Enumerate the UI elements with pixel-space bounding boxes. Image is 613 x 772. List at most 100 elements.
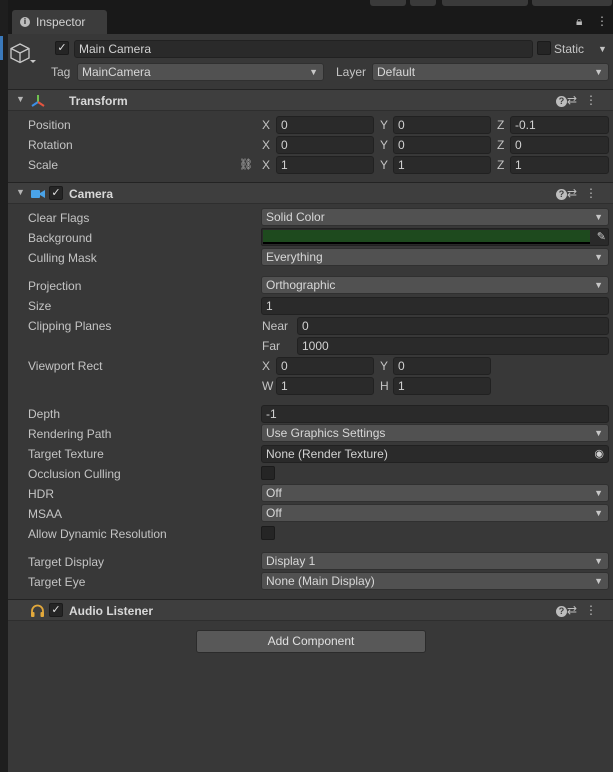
rotation-z-input[interactable]: 0 — [510, 136, 609, 154]
axis-x-label: X — [262, 138, 271, 152]
viewport-h-input[interactable]: 1 — [393, 377, 491, 395]
position-label: Position — [28, 118, 71, 132]
target-texture-field[interactable]: None (Render Texture) ◉ — [261, 445, 609, 463]
headphones-icon — [31, 604, 44, 617]
active-checkbox[interactable]: ✓ — [55, 41, 69, 55]
rendering-path-dropdown[interactable]: Use Graphics Settings ▼ — [261, 424, 609, 442]
foldout-arrow-icon[interactable]: ▼ — [16, 94, 25, 104]
scale-y-input[interactable]: 1 — [393, 156, 491, 174]
help-icon[interactable]: ? — [555, 96, 567, 107]
rendering-path-value: Use Graphics Settings — [266, 426, 386, 440]
kebab-menu-icon[interactable]: ⋮ — [585, 603, 605, 617]
msaa-dropdown[interactable]: Off ▼ — [261, 504, 609, 522]
audio-listener-header[interactable]: ✓ Audio Listener ? ⇄⋮ — [8, 599, 613, 621]
toolbar-strip — [8, 0, 613, 8]
sliders-icon[interactable]: ⇄ — [567, 186, 585, 200]
link-icon[interactable]: ⛓ — [239, 157, 253, 173]
size-input[interactable]: 1 — [261, 297, 609, 315]
target-texture-label: Target Texture — [28, 447, 104, 461]
info-icon: i — [20, 17, 30, 27]
tab-label: Inspector — [36, 15, 86, 29]
foldout-arrow-icon[interactable]: ▼ — [16, 187, 25, 197]
target-display-dropdown[interactable]: Display 1 ▼ — [261, 552, 609, 570]
viewport-y-input[interactable]: 0 — [393, 357, 491, 375]
camera-header[interactable]: ▼ ✓ Camera ? ⇄⋮ — [8, 182, 613, 204]
axis-y-label: Y — [380, 158, 389, 172]
rotation-x-input[interactable]: 0 — [276, 136, 374, 154]
axis-y-label: Y — [380, 138, 389, 152]
help-icon[interactable]: ? — [555, 189, 567, 200]
chevron-down-icon: ▼ — [594, 428, 603, 438]
scale-x-input[interactable]: 1 — [276, 156, 374, 174]
axis-y-label: Y — [380, 118, 389, 132]
eyedropper-icon[interactable]: ✎ — [597, 230, 606, 243]
camera-enabled-checkbox[interactable]: ✓ — [49, 186, 63, 200]
near-input[interactable]: 0 — [297, 317, 609, 335]
hdr-dropdown[interactable]: Off ▼ — [261, 484, 609, 502]
clear-flags-value: Solid Color — [266, 210, 325, 224]
axis-z-label: Z — [497, 138, 505, 152]
audio-listener-title: Audio Listener — [69, 604, 154, 618]
viewport-x-input[interactable]: 0 — [276, 357, 374, 375]
tag-dropdown[interactable]: MainCamera ▼ — [77, 63, 324, 81]
lock-icon[interactable]: 🔒︎ — [576, 14, 582, 29]
chevron-down-icon: ▼ — [594, 556, 603, 566]
axis-z-label: Z — [497, 158, 505, 172]
kebab-menu-icon[interactable]: ⋮ — [585, 93, 605, 107]
selection-marker — [0, 36, 3, 60]
kebab-menu-icon[interactable]: ⋮ — [585, 186, 605, 200]
position-z-input[interactable]: -0.1 — [510, 116, 609, 134]
kebab-menu-icon[interactable]: ⋮ — [596, 14, 608, 28]
tag-value: MainCamera — [82, 65, 151, 79]
axis-h-label: H — [380, 379, 389, 393]
depth-input[interactable]: -1 — [261, 405, 609, 423]
occlusion-culling-checkbox[interactable] — [261, 466, 275, 480]
culling-mask-dropdown[interactable]: Everything ▼ — [261, 248, 609, 266]
clipping-planes-label: Clipping Planes — [28, 319, 112, 333]
transform-header[interactable]: ▼ Transform ? ⇄⋮ — [8, 89, 613, 111]
size-label: Size — [28, 299, 52, 313]
scale-z-input[interactable]: 1 — [510, 156, 609, 174]
far-input[interactable]: 1000 — [297, 337, 609, 355]
scale-label: Scale — [28, 158, 59, 172]
chevron-down-icon: ▼ — [594, 576, 603, 586]
clear-flags-dropdown[interactable]: Solid Color ▼ — [261, 208, 609, 226]
chevron-down-icon: ▼ — [594, 280, 603, 290]
object-name-input[interactable]: Main Camera — [74, 40, 533, 58]
allow-dynamic-resolution-label: Allow Dynamic Resolution — [28, 527, 167, 541]
layer-label: Layer — [336, 65, 367, 79]
tab-inspector[interactable]: i Inspector — [12, 10, 107, 34]
target-display-value: Display 1 — [266, 554, 316, 568]
object-picker-icon[interactable]: ◉ — [594, 446, 604, 462]
allow-dynamic-resolution-checkbox[interactable] — [261, 526, 275, 540]
viewport-w-input[interactable]: 1 — [276, 377, 374, 395]
target-eye-dropdown[interactable]: None (Main Display) ▼ — [261, 572, 609, 590]
audio-listener-enabled-checkbox[interactable]: ✓ — [49, 603, 63, 617]
toolbar-button[interactable] — [410, 0, 436, 6]
tab-bar: i Inspector 🔒︎ ⋮ — [8, 8, 613, 34]
rotation-y-input[interactable]: 0 — [393, 136, 491, 154]
layer-dropdown[interactable]: Default ▼ — [372, 63, 609, 81]
static-dropdown-caret[interactable]: ▼ — [598, 41, 607, 57]
static-label: Static — [554, 42, 585, 56]
chevron-down-icon: ▼ — [594, 212, 603, 222]
add-component-button[interactable]: Add Component — [196, 630, 426, 653]
clear-flags-label: Clear Flags — [28, 211, 90, 225]
position-x-input[interactable]: 0 — [276, 116, 374, 134]
help-icon[interactable]: ? — [555, 606, 567, 617]
background-color-field[interactable]: ✎ — [261, 228, 609, 246]
projection-dropdown[interactable]: Orthographic ▼ — [261, 276, 609, 294]
chevron-down-icon: ▼ — [594, 488, 603, 498]
position-y-input[interactable]: 0 — [393, 116, 491, 134]
target-eye-value: None (Main Display) — [266, 574, 375, 588]
layout-dropdown[interactable] — [532, 0, 612, 6]
culling-mask-value: Everything — [266, 250, 323, 264]
sliders-icon[interactable]: ⇄ — [567, 603, 585, 617]
chevron-down-icon: ▼ — [594, 508, 603, 518]
static-checkbox[interactable] — [537, 41, 551, 55]
layers-dropdown[interactable] — [442, 0, 528, 6]
axis-x-label: X — [262, 359, 271, 373]
toolbar-button[interactable] — [370, 0, 406, 6]
alpha-bar — [263, 242, 590, 244]
sliders-icon[interactable]: ⇄ — [567, 93, 585, 107]
